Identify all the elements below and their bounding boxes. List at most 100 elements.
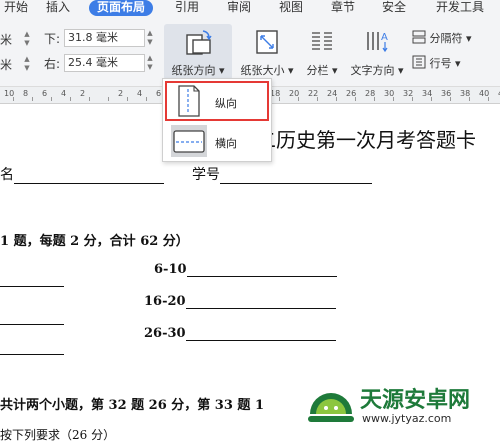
- ruler-minor-mark: [431, 97, 432, 101]
- line-numbers-button[interactable]: 行号 ▾: [412, 55, 461, 73]
- text-direction-button[interactable]: A 文字方向 ▾: [346, 24, 408, 80]
- answer-row-3-left: [0, 336, 64, 355]
- line-numbers-icon: [412, 55, 426, 69]
- margin-left-value: 米: [0, 58, 13, 72]
- name-blank: [14, 169, 164, 184]
- answer-row-6-10: 6-10: [154, 262, 337, 277]
- margin-right-field[interactable]: 右: 25.4 毫米 ▲ ▼: [44, 54, 156, 72]
- student-id-row: 学号: [192, 164, 372, 184]
- ruler-minor-mark: [355, 97, 356, 101]
- ruler-minor-mark: [70, 97, 71, 101]
- answer-row-26-30: 26-30: [144, 326, 336, 341]
- ribbon-tab-bar: 开始 插入 页面布局 引用 审阅 视图 章节 安全 开发工具: [0, 0, 500, 18]
- margin-right-input[interactable]: 25.4 毫米: [64, 54, 145, 72]
- ruler-minor-mark: [127, 97, 128, 101]
- ruler-tick: 4: [137, 89, 143, 98]
- answer-blank: [0, 340, 64, 355]
- columns-icon: [312, 32, 332, 50]
- paper-orientation-label: 纸张方向 ▾: [171, 64, 225, 77]
- margin-top-value: 米: [0, 33, 13, 47]
- answer-row-1-left: [0, 268, 64, 287]
- margin-right-label: 右:: [44, 57, 61, 71]
- android-logo-icon: [308, 393, 354, 422]
- ruler-minor-mark: [146, 97, 147, 101]
- site-watermark: 天源安卓网 www.jytyaz.com: [298, 380, 498, 430]
- answer-blank: [185, 294, 336, 309]
- answer-blank: [186, 262, 337, 277]
- paper-orientation-icon: [186, 30, 212, 55]
- watermark-name: 天源安卓网: [360, 388, 471, 413]
- separator-label: 分隔符: [429, 32, 463, 45]
- margin-left-field[interactable]: 米 ▲ ▼: [0, 55, 34, 73]
- answer-row-2-left: [0, 306, 64, 325]
- orientation-portrait-option[interactable]: 纵向: [165, 81, 269, 121]
- answer-blank: [185, 326, 336, 341]
- landscape-label: 横向: [215, 137, 237, 150]
- paper-size-label: 纸张大小 ▾: [240, 64, 294, 77]
- student-id-blank: [220, 169, 372, 184]
- section-1-heading: 1 题，每题 2 分，合计 62 分）: [0, 234, 189, 249]
- ruler-minor-mark: [317, 97, 318, 101]
- margin-right-spinner[interactable]: ▲ ▼: [145, 54, 155, 72]
- ruler-minor-mark: [450, 97, 451, 101]
- tab-review[interactable]: 审阅: [227, 0, 251, 18]
- margin-left-spinner[interactable]: ▲ ▼: [22, 55, 32, 73]
- ruler-minor-mark: [32, 97, 33, 101]
- ruler-tick: 4: [61, 89, 67, 98]
- paper-size-icon: [256, 30, 278, 54]
- name-label: 名: [0, 167, 14, 183]
- columns-button[interactable]: 分栏 ▾: [300, 24, 344, 80]
- student-id-label: 学号: [192, 167, 220, 183]
- columns-label: 分栏 ▾: [306, 64, 338, 77]
- margin-top-field[interactable]: 米 ▲ ▼: [0, 30, 34, 48]
- name-row: 名: [0, 164, 164, 184]
- paper-orientation-button[interactable]: 纸张方向 ▾: [164, 24, 232, 80]
- tab-page-layout[interactable]: 页面布局: [89, 0, 154, 16]
- tab-references[interactable]: 引用: [175, 0, 199, 18]
- margin-top-spinner[interactable]: ▲ ▼: [22, 30, 32, 48]
- answer-blank: [0, 272, 64, 287]
- ruler-minor-mark: [279, 97, 280, 101]
- orientation-dropdown: 纵向 横向: [162, 78, 272, 162]
- ruler-tick: 8: [23, 89, 29, 98]
- ruler-minor-mark: [89, 97, 90, 101]
- margin-bottom-input[interactable]: 31.8 毫米: [64, 29, 145, 47]
- portrait-label: 纵向: [215, 97, 237, 110]
- ruler-minor-mark: [298, 97, 299, 101]
- ruler-minor-mark: [51, 97, 52, 101]
- ruler-minor-mark: [393, 97, 394, 101]
- ruler-minor-mark: [412, 97, 413, 101]
- margin-bottom-label: 下:: [44, 32, 61, 46]
- landscape-page-icon: [171, 125, 207, 157]
- separator-button[interactable]: 分隔符 ▾: [412, 30, 472, 48]
- separator-icon: [412, 30, 426, 44]
- tab-chapter[interactable]: 章节: [331, 0, 355, 18]
- text-direction-label: 文字方向 ▾: [350, 64, 404, 77]
- answer-row-16-20: 16-20: [144, 294, 336, 309]
- svg-text:A: A: [381, 32, 388, 43]
- tab-home[interactable]: 开始: [4, 0, 28, 18]
- portrait-page-icon: [178, 85, 200, 117]
- orientation-landscape-option[interactable]: 横向: [167, 123, 267, 159]
- tab-insert[interactable]: 插入: [46, 0, 70, 18]
- margin-bottom-field[interactable]: 下: 31.8 毫米 ▲ ▼: [44, 29, 156, 47]
- margin-bottom-spinner[interactable]: ▲ ▼: [145, 29, 155, 47]
- tab-view[interactable]: 视图: [279, 0, 303, 18]
- question-range-label: 6-10: [154, 262, 187, 277]
- line-numbers-label: 行号: [429, 57, 452, 70]
- text-direction-icon: A: [367, 32, 388, 53]
- ruler-minor-mark: [469, 97, 470, 101]
- tab-security[interactable]: 安全: [382, 0, 406, 18]
- ruler-minor-mark: [374, 97, 375, 101]
- tab-developer[interactable]: 开发工具: [436, 0, 484, 18]
- ruler-minor-mark: [13, 97, 14, 101]
- ruler-minor-mark: [336, 97, 337, 101]
- ruler-tick: 2: [118, 89, 124, 98]
- ribbon-panel: 米 ▲ ▼ 米 ▲ ▼ 下: 31.8 毫米 ▲ ▼ 右: 25.4 毫米 ▲ ▼ 纸张…: [0, 18, 500, 87]
- question-range-label: 16-20: [144, 294, 186, 309]
- ruler-tick: 6: [156, 89, 162, 98]
- ruler-minor-mark: [488, 97, 489, 101]
- answer-blank: [0, 310, 64, 325]
- paper-size-button[interactable]: 纸张大小 ▾: [236, 24, 298, 80]
- question-range-label: 26-30: [144, 326, 186, 341]
